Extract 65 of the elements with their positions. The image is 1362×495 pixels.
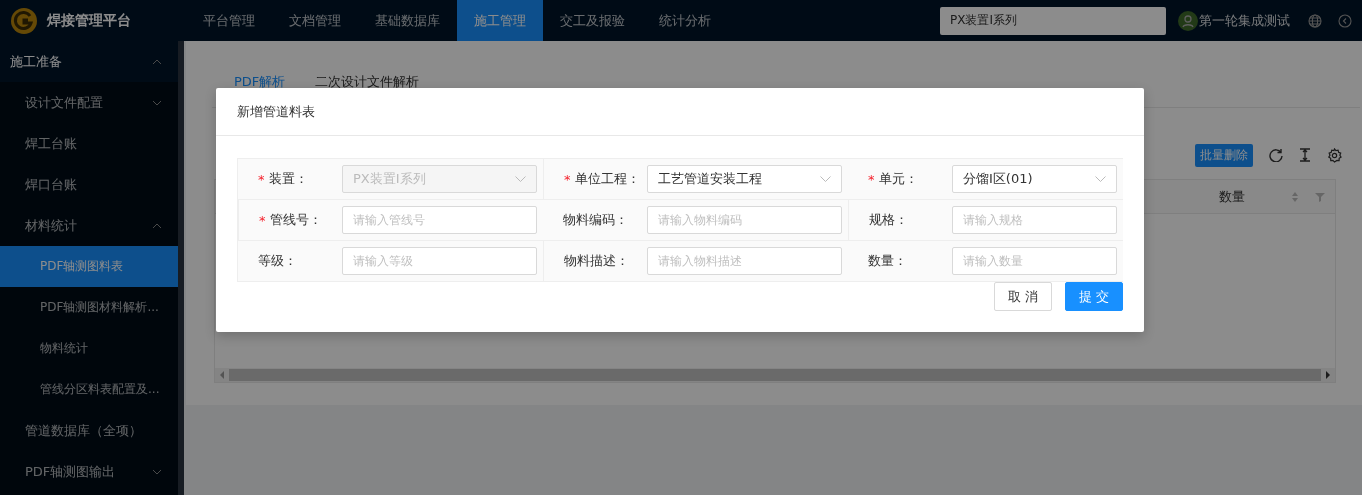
menu-item[interactable]: 管线分区料表配置及... [0,369,178,410]
chevron-down-icon [515,176,526,182]
input-field[interactable]: 请输入数量 [952,247,1117,275]
scroll-right-icon[interactable] [1325,371,1331,379]
menu-item[interactable]: PDF轴测图材料解析... [0,287,178,328]
nav-tab[interactable]: 统计分析 [642,0,728,41]
sort-icon[interactable] [1291,190,1299,203]
form-label: 数量： [868,252,907,270]
required-mark: * [258,171,265,187]
input-field[interactable]: 请输入规格 [952,206,1117,234]
form-label: 物料编码： [563,211,628,229]
input-field[interactable]: 请输入物料描述 [647,247,842,275]
batch-delete-button[interactable]: 批量删除 [1195,143,1253,167]
project-select[interactable]: PX装置I系列 [940,6,1166,35]
avatar-icon [1178,10,1198,31]
form-label: 管线号： [269,211,322,229]
caret-icon [152,99,162,106]
form-label: 单位工程： [574,170,640,188]
menu-item[interactable]: 物料统计 [0,328,178,369]
form-label: 物料描述： [564,252,629,270]
nav-tab[interactable]: 平台管理 [186,0,272,41]
input-field[interactable]: 请输入物料编码 [647,206,842,234]
menu-item[interactable]: 施工准备 [0,41,178,82]
caret-icon [152,222,162,229]
globe-icon[interactable] [1308,13,1322,28]
filter-icon[interactable] [1315,191,1325,202]
scroll-left-icon[interactable] [219,371,225,379]
refresh-icon[interactable] [1269,148,1283,162]
column-height-icon[interactable] [1299,148,1311,162]
user-name[interactable]: 第一轮集成测试 [1199,11,1290,30]
form-label: 规格： [869,211,908,229]
form-label: 单元： [878,170,918,188]
logo-icon [10,6,38,35]
nav-tab[interactable]: 交工及报验 [543,0,642,41]
menu-item[interactable]: 焊工台账 [0,123,178,164]
chevron-down-icon [1095,176,1106,182]
settings-icon[interactable] [1327,147,1342,163]
column-header[interactable]: 数量 [1219,187,1245,206]
submit-button[interactable]: 提 交 [1065,282,1123,311]
required-mark: * [868,171,875,187]
menu-item[interactable]: 材料统计 [0,205,178,246]
form-label: 装置： [268,170,308,188]
required-mark: * [259,212,266,228]
select-field[interactable]: 分馏Ⅰ区(01) [952,165,1117,193]
caret-icon [152,468,162,475]
chevron-down-icon [820,176,831,182]
back-icon[interactable] [1338,13,1352,28]
menu-item[interactable]: PDF轴测图料表 [0,246,178,287]
input-field[interactable]: 请输入管线号 [342,206,537,234]
form-label: 等级： [258,252,297,270]
menu-item[interactable]: 焊口台账 [0,164,178,205]
menu-item[interactable]: 管道数据库（全项） [0,410,178,451]
horizontal-scrollbar[interactable] [215,368,1335,382]
select-field[interactable]: 工艺管道安装工程 [647,165,842,193]
nav-tab[interactable]: 基础数据库 [358,0,457,41]
menu-item[interactable]: PDF轴测图输出 [0,451,178,492]
cancel-button[interactable]: 取 消 [994,282,1052,311]
caret-icon [152,58,162,65]
dialog-title: 新增管道料表 [237,102,315,121]
nav-tab[interactable]: 施工管理 [457,0,543,41]
app-title: 焊接管理平台 [47,11,131,30]
input-field[interactable]: 请输入等级 [342,247,537,275]
nav-tab[interactable]: 文档管理 [272,0,358,41]
menu-item[interactable]: 设计文件配置 [0,82,178,123]
required-mark: * [564,171,571,187]
